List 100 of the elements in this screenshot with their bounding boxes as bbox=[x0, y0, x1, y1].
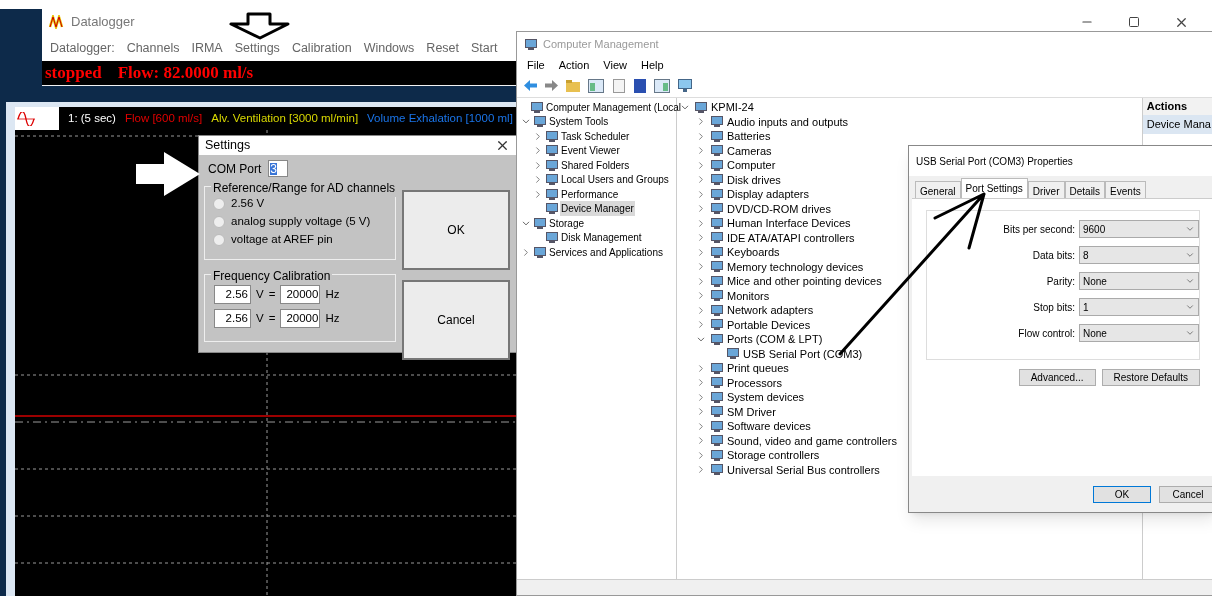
device-tree-item[interactable]: Processors bbox=[727, 374, 783, 391]
radio-button[interactable] bbox=[213, 215, 225, 228]
device-tree-item[interactable]: Batteries bbox=[727, 128, 771, 145]
device-tree-item[interactable]: Ports (COM & LPT) bbox=[727, 331, 823, 348]
device-tree-item[interactable]: Cameras bbox=[727, 142, 772, 159]
document-icon[interactable] bbox=[612, 78, 626, 93]
tree-item[interactable]: Computer Management (Local bbox=[545, 99, 683, 115]
device-tree-item[interactable]: Storage controllers bbox=[727, 447, 820, 464]
tree-item[interactable]: Local Users and Groups bbox=[560, 172, 670, 188]
menu-item[interactable]: IRMA bbox=[191, 38, 223, 58]
device-tree-item[interactable]: Software devices bbox=[727, 418, 811, 435]
device-tree-item[interactable]: Print queues bbox=[727, 360, 789, 377]
tree-item[interactable]: Event Viewer bbox=[560, 143, 621, 159]
dialog-title: USB Serial Port (COM3) Properties bbox=[916, 154, 1073, 169]
tree-item[interactable]: System Tools bbox=[548, 114, 610, 130]
dropdown[interactable]: None bbox=[1079, 272, 1199, 290]
forward-arrow-icon[interactable] bbox=[545, 80, 558, 91]
device-tree-item[interactable]: SM Driver bbox=[727, 403, 776, 420]
menu-item[interactable]: Reset bbox=[426, 38, 459, 58]
dropdown[interactable]: 8 bbox=[1079, 246, 1199, 264]
actions-item[interactable]: Device Mana bbox=[1142, 115, 1212, 134]
menu-item[interactable]: Datalogger: bbox=[50, 38, 115, 58]
device-tree-item[interactable]: Keyboards bbox=[727, 244, 780, 261]
voltage-field[interactable]: 2.56 bbox=[214, 309, 251, 329]
tree-item[interactable]: Device Manager bbox=[560, 201, 635, 217]
device-icon bbox=[711, 304, 723, 316]
device-tree-item[interactable]: Computer bbox=[727, 157, 776, 174]
device-icon bbox=[534, 217, 546, 229]
device-icon bbox=[711, 420, 723, 432]
menu-item[interactable]: File bbox=[527, 56, 545, 74]
device-tree-item[interactable]: DVD/CD-ROM drives bbox=[727, 200, 831, 217]
frequency-field[interactable]: 20000 bbox=[280, 285, 321, 305]
com-port-field[interactable]: 3 bbox=[268, 160, 289, 178]
actions-header: Actions bbox=[1142, 98, 1212, 115]
menu-item[interactable]: Channels bbox=[126, 38, 180, 58]
tree-item[interactable]: Storage bbox=[548, 215, 586, 231]
caret-icon bbox=[1185, 224, 1195, 234]
device-tree-item[interactable]: Network adapters bbox=[727, 302, 814, 319]
tab[interactable]: Port Settings bbox=[960, 178, 1028, 198]
dialog-button[interactable]: OK bbox=[1093, 485, 1151, 503]
panel-icon[interactable] bbox=[588, 78, 604, 93]
tab[interactable]: Driver bbox=[1027, 181, 1065, 198]
device-icon bbox=[711, 435, 723, 447]
device-tree-item[interactable]: Disk drives bbox=[727, 171, 781, 188]
device-tree-item[interactable]: Sound, video and game controllers bbox=[727, 432, 897, 449]
dropdown[interactable]: None bbox=[1079, 324, 1199, 342]
menu-item[interactable]: Windows bbox=[363, 38, 415, 58]
radio-button[interactable] bbox=[213, 197, 225, 210]
device-icon bbox=[546, 159, 558, 171]
monitor-icon[interactable] bbox=[678, 79, 692, 92]
tab[interactable]: Details bbox=[1064, 181, 1106, 198]
device-tree-item[interactable]: Human Interface Devices bbox=[727, 215, 851, 232]
app-logo-icon bbox=[49, 15, 65, 29]
device-tree-item[interactable]: USB Serial Port (COM3) bbox=[743, 345, 863, 362]
menu-item[interactable]: Settings bbox=[234, 38, 280, 58]
device-icon bbox=[711, 232, 723, 244]
tree-item[interactable]: Task Scheduler bbox=[560, 128, 631, 144]
tree-item[interactable]: Shared Folders bbox=[560, 157, 631, 173]
folder-icon[interactable] bbox=[566, 79, 580, 92]
dropdown[interactable]: 1 bbox=[1079, 298, 1199, 316]
device-tree-item[interactable]: System devices bbox=[727, 389, 805, 406]
voltage-field[interactable]: 2.56 bbox=[214, 285, 251, 305]
tab[interactable]: Events bbox=[1105, 181, 1146, 198]
device-tree-item[interactable]: Audio inputs and outputs bbox=[727, 113, 849, 130]
field-label: Flow control: bbox=[1018, 326, 1075, 341]
dialog-button[interactable]: OK bbox=[402, 189, 510, 270]
device-icon bbox=[546, 203, 558, 215]
device-tree-item[interactable]: Monitors bbox=[727, 287, 770, 304]
menu-item[interactable]: Action bbox=[558, 56, 590, 74]
tree-item[interactable]: Disk Management bbox=[560, 230, 643, 246]
dialog-button[interactable]: Cancel bbox=[402, 279, 510, 360]
device-icon bbox=[711, 449, 723, 461]
device-icon bbox=[711, 217, 723, 229]
dialog-button[interactable]: Advanced... bbox=[1018, 369, 1096, 386]
help-icon[interactable] bbox=[634, 78, 646, 93]
maximize-icon[interactable] bbox=[1128, 16, 1140, 28]
menu-item[interactable]: Calibration bbox=[291, 38, 352, 58]
device-tree-item[interactable]: Memory technology devices bbox=[727, 258, 864, 275]
device-icon bbox=[711, 406, 723, 418]
dialog-button[interactable]: Restore Defaults bbox=[1101, 369, 1200, 386]
frequency-field[interactable]: 20000 bbox=[280, 309, 321, 329]
device-tree-item[interactable]: KPMI-24 bbox=[711, 99, 754, 116]
dialog-button[interactable]: Cancel bbox=[1159, 485, 1212, 503]
device-tree-item[interactable]: Display adapters bbox=[727, 186, 809, 203]
device-tree-item[interactable]: Mice and other pointing devices bbox=[727, 273, 882, 290]
tab[interactable]: General bbox=[915, 181, 961, 198]
back-arrow-icon[interactable] bbox=[524, 80, 537, 91]
device-tree-item[interactable]: IDE ATA/ATAPI controllers bbox=[727, 229, 855, 246]
device-tree-item[interactable]: Portable Devices bbox=[727, 316, 811, 333]
dropdown[interactable]: 9600 bbox=[1079, 220, 1199, 238]
sine-wave-icon bbox=[17, 111, 35, 126]
radio-button[interactable] bbox=[213, 233, 225, 246]
tree-item[interactable]: Services and Applications bbox=[548, 244, 664, 260]
menu-item[interactable]: Help bbox=[640, 56, 664, 74]
device-tree-item[interactable]: Universal Serial Bus controllers bbox=[727, 461, 880, 478]
menu-item[interactable]: View bbox=[603, 56, 627, 74]
tree-item[interactable]: Performance bbox=[560, 186, 620, 202]
menu-item[interactable]: Start bbox=[471, 38, 498, 58]
panel-icon[interactable] bbox=[654, 78, 670, 93]
caret-icon bbox=[1185, 302, 1195, 312]
